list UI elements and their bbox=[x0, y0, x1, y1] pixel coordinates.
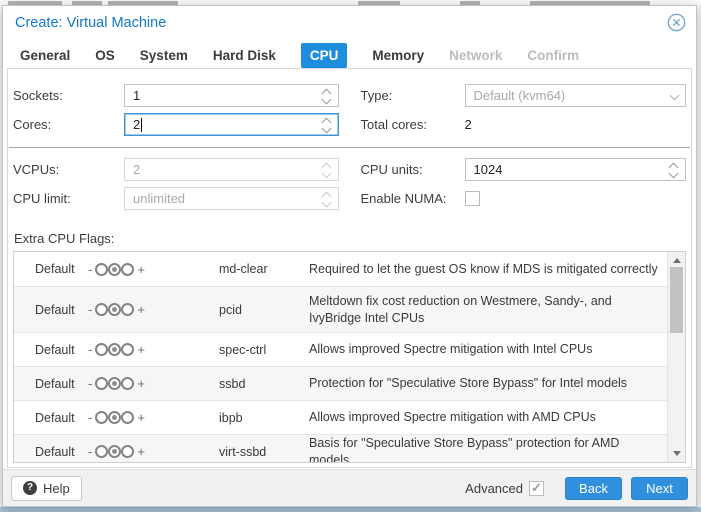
advanced-checkbox[interactable] bbox=[529, 481, 544, 496]
radio-on-icon bbox=[121, 377, 134, 390]
flag-tristate-virt-ssbd[interactable]: -+ bbox=[85, 444, 163, 459]
radio-on-icon bbox=[121, 303, 134, 316]
sockets-label: Sockets: bbox=[13, 88, 124, 103]
cpu-units-spinner[interactable]: 1024 bbox=[465, 158, 687, 181]
extra-cpu-flags-label: Extra CPU Flags: bbox=[14, 231, 691, 246]
total-cores-label: Total cores: bbox=[361, 117, 465, 132]
radio-default-icon bbox=[108, 303, 121, 316]
flag-row-pcid: Default -+ pcid Meltdown fix cost reduct… bbox=[14, 286, 667, 332]
flag-tristate-ibpb[interactable]: -+ bbox=[85, 410, 163, 425]
radio-off-icon bbox=[95, 263, 108, 276]
spinner-arrows-icon bbox=[321, 161, 333, 179]
chevron-down-icon bbox=[670, 91, 680, 101]
radio-default-icon bbox=[108, 445, 121, 458]
next-button[interactable]: Next bbox=[631, 477, 688, 500]
create-vm-dialog: Create: Virtual Machine General OS Syste… bbox=[2, 5, 697, 507]
spinner-arrows-icon[interactable] bbox=[321, 87, 333, 105]
radio-off-icon bbox=[95, 303, 108, 316]
dialog-title: Create: Virtual Machine bbox=[15, 15, 166, 31]
radio-off-icon bbox=[95, 343, 108, 356]
type-label: Type: bbox=[361, 88, 465, 103]
flag-tristate-ssbd[interactable]: -+ bbox=[85, 376, 163, 391]
tab-general[interactable]: General bbox=[20, 48, 70, 63]
total-cores-value: 2 bbox=[465, 117, 472, 132]
radio-on-icon bbox=[121, 263, 134, 276]
cpu-limit-spinner: unlimited bbox=[124, 187, 339, 210]
spinner-arrows-icon bbox=[321, 190, 333, 208]
radio-default-icon bbox=[108, 411, 121, 424]
enable-numa-checkbox[interactable] bbox=[465, 191, 480, 206]
flag-tristate-md-clear[interactable]: -+ bbox=[85, 262, 163, 277]
text-cursor bbox=[141, 118, 142, 132]
dialog-titlebar: Create: Virtual Machine bbox=[3, 6, 696, 36]
tab-hard-disk[interactable]: Hard Disk bbox=[213, 48, 276, 63]
radio-default-icon bbox=[108, 263, 121, 276]
radio-on-icon bbox=[121, 343, 134, 356]
enable-numa-label: Enable NUMA: bbox=[361, 191, 465, 206]
flag-tristate-pcid[interactable]: -+ bbox=[85, 302, 163, 317]
tab-network: Network bbox=[449, 48, 502, 63]
tab-confirm: Confirm bbox=[527, 48, 579, 63]
flag-row-spec-ctrl: Default -+ spec-ctrl Allows improved Spe… bbox=[14, 332, 667, 366]
back-button[interactable]: Back bbox=[565, 477, 622, 500]
scroll-up-icon[interactable] bbox=[673, 258, 681, 263]
help-button[interactable]: ? Help bbox=[11, 476, 82, 501]
vcpus-label: VCPUs: bbox=[13, 162, 124, 177]
radio-off-icon bbox=[95, 377, 108, 390]
close-icon[interactable] bbox=[667, 13, 686, 32]
scrollbar-thumb[interactable] bbox=[670, 267, 683, 333]
advanced-divider bbox=[9, 147, 690, 148]
spinner-arrows-icon[interactable] bbox=[321, 116, 333, 134]
sockets-spinner[interactable]: 1 bbox=[124, 84, 339, 107]
advanced-label: Advanced bbox=[465, 481, 523, 496]
radio-default-icon bbox=[108, 377, 121, 390]
cores-label: Cores: bbox=[13, 117, 124, 132]
cpu-flags-table: Default -+ md-clear Required to let the … bbox=[13, 251, 686, 463]
tab-system[interactable]: System bbox=[140, 48, 188, 63]
radio-on-icon bbox=[121, 445, 134, 458]
dialog-footer: ? Help Advanced Back Next bbox=[3, 469, 696, 506]
flag-tristate-spec-ctrl[interactable]: -+ bbox=[85, 342, 163, 357]
cores-spinner[interactable]: 2 bbox=[124, 113, 339, 136]
radio-off-icon bbox=[95, 445, 108, 458]
flag-row-ssbd: Default -+ ssbd Protection for "Speculat… bbox=[14, 366, 667, 400]
cpu-limit-label: CPU limit: bbox=[13, 191, 124, 206]
help-button-label: Help bbox=[43, 481, 70, 496]
scroll-down-icon[interactable] bbox=[673, 451, 681, 456]
radio-on-icon bbox=[121, 411, 134, 424]
vcpus-spinner: 2 bbox=[124, 158, 339, 181]
cpu-form-panel: Sockets: 1 Cores: 2 Type: bbox=[7, 68, 692, 468]
tab-bar: General OS System Hard Disk CPU Memory N… bbox=[20, 42, 696, 69]
tab-os[interactable]: OS bbox=[95, 48, 115, 63]
tab-memory[interactable]: Memory bbox=[372, 48, 424, 63]
spinner-arrows-icon[interactable] bbox=[668, 161, 680, 179]
flags-scrollbar[interactable] bbox=[667, 252, 685, 462]
background-page-edge bbox=[0, 507, 701, 512]
flag-row-ibpb: Default -+ ibpb Allows improved Spectre … bbox=[14, 400, 667, 434]
radio-off-icon bbox=[95, 411, 108, 424]
tab-cpu[interactable]: CPU bbox=[301, 43, 348, 68]
radio-default-icon bbox=[108, 343, 121, 356]
flag-row-virt-ssbd: Default -+ virt-ssbd Basis for "Speculat… bbox=[14, 434, 667, 463]
question-circle-icon: ? bbox=[23, 481, 37, 495]
flag-row-md-clear: Default -+ md-clear Required to let the … bbox=[14, 252, 667, 286]
cpu-units-label: CPU units: bbox=[361, 162, 465, 177]
cpu-type-combo[interactable]: Default (kvm64) bbox=[465, 84, 687, 107]
